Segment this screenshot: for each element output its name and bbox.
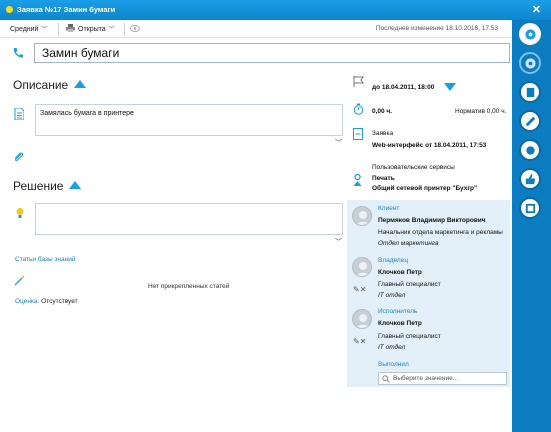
client-name[interactable]: Пермяков Владимир Викторович: [378, 217, 486, 224]
flag-icon: [353, 76, 364, 87]
subject-row: [12, 42, 510, 63]
avatar: [352, 257, 372, 277]
phone-icon: [13, 48, 23, 58]
time-spent: 0,00 ч.: [372, 108, 393, 115]
client-role: Клиент: [378, 205, 400, 212]
deadline[interactable]: до 18.04.2011, 18:00: [372, 84, 434, 91]
rating-label[interactable]: Оценка:: [15, 298, 39, 305]
priority-dropdown[interactable]: Средний ﹀: [10, 24, 47, 33]
chat-icon: [526, 146, 535, 155]
client-position: Начальник отдела маркетинга и рекламы: [378, 229, 503, 236]
document-icon: [14, 108, 24, 120]
avatar: [352, 206, 372, 226]
edit-remove-icon[interactable]: ✎✕: [353, 285, 366, 294]
stopwatch-icon: [353, 103, 364, 115]
notes-button[interactable]: [519, 81, 541, 103]
description-field[interactable]: Замялась бумага в принтере: [35, 104, 343, 136]
copy-button[interactable]: [519, 197, 541, 219]
chat-button[interactable]: [519, 139, 541, 161]
description-header[interactable]: Описание: [13, 78, 87, 92]
gear-icon: [525, 29, 536, 40]
done-by-label: Выполнил: [378, 361, 409, 368]
window-title: Заявка №17 Замин бумаги: [17, 5, 116, 14]
solution-header[interactable]: Решение: [13, 179, 82, 193]
done-by-placeholder: Выберите значение...: [393, 375, 459, 382]
chevron-down-icon[interactable]: ﹀: [335, 138, 342, 148]
divider: [58, 23, 59, 35]
chevron-down-icon[interactable]: ﹀: [335, 237, 342, 247]
owner-role: Владелец: [378, 257, 409, 264]
lightbulb-icon: [16, 208, 24, 218]
copy-icon: [525, 203, 536, 214]
thumbs-up-icon: [525, 173, 536, 185]
service-item: Общий сетевой принтер "Бухгр": [372, 185, 478, 192]
request-source: Web-интерфейс от 18.04.2011, 17:53: [372, 142, 487, 149]
like-button[interactable]: [519, 168, 541, 190]
client-dept: Отдел маркетинга: [378, 240, 439, 247]
collapse-arrow-icon[interactable]: [69, 181, 82, 189]
rating-value: Отсутствует: [41, 298, 78, 305]
close-icon[interactable]: ✕: [532, 3, 541, 16]
right-sidebar: [512, 20, 551, 432]
wand-icon[interactable]: [14, 275, 25, 286]
avatar: [352, 309, 372, 329]
printer-icon: [66, 24, 75, 32]
executor-name[interactable]: Клочков Петр: [378, 320, 422, 327]
chevron-down-icon: ﹀: [108, 27, 115, 33]
owner-position: Главный специалист: [378, 281, 441, 288]
services-label: Пользовательские сервисы: [372, 164, 455, 171]
participants-panel: Клиент Пермяков Владимир Викторович Нача…: [347, 200, 510, 387]
service-icon: [353, 174, 362, 186]
gear-icon: [525, 58, 536, 69]
eye-icon[interactable]: [130, 25, 140, 34]
norm-time: Норматив 0,00 ч.: [455, 108, 507, 115]
done-by-select[interactable]: Выберите значение...: [378, 372, 507, 385]
wrench-icon: [525, 116, 536, 127]
description-title: Описание: [13, 78, 69, 92]
owner-dept: IT отдел: [378, 292, 406, 299]
owner-name[interactable]: Клочков Петр: [378, 269, 422, 276]
service-name: Печать: [372, 175, 395, 182]
knowledge-base-empty: Нет прикрепленных статей: [148, 283, 230, 290]
window-titlebar: Заявка №17 Замин бумаги ✕: [0, 0, 551, 20]
request-label: Заявка: [372, 130, 394, 137]
settings-button[interactable]: [519, 23, 541, 45]
toolbar: Средний ﹀ Открыта ﹀ Последнее изменение 18…: [0, 20, 512, 38]
paperclip-icon[interactable]: [13, 152, 24, 163]
search-icon: [382, 375, 390, 383]
executor-position: Главный специалист: [378, 333, 441, 340]
solution-field[interactable]: [35, 203, 343, 235]
status-value: Открыта: [78, 26, 106, 33]
request-icon: [353, 128, 363, 140]
executor-role: Исполнитель: [378, 308, 418, 315]
edit-remove-icon[interactable]: ✎✕: [353, 337, 366, 346]
last-modified: Последнее изменение 18.10.2016, 17:53: [375, 25, 498, 32]
divider: [124, 23, 125, 35]
executor-dept: IT отдел: [378, 344, 406, 351]
tools-button[interactable]: [519, 110, 541, 132]
knowledge-base-link[interactable]: Статьи базы знаний: [15, 256, 75, 263]
deadline-dropdown-icon[interactable]: [444, 83, 456, 91]
chevron-down-icon: ﹀: [41, 27, 48, 33]
collapse-arrow-icon[interactable]: [74, 80, 87, 88]
status-dot-icon: [6, 6, 13, 13]
notes-icon: [526, 87, 535, 98]
solution-title: Решение: [13, 179, 64, 193]
status-dropdown[interactable]: Открыта ﹀: [66, 24, 115, 33]
subject-input[interactable]: [34, 43, 510, 63]
sla-button[interactable]: [519, 52, 541, 74]
rating-row: Оценка: Отсутствует: [15, 298, 78, 305]
priority-value: Средний: [10, 26, 39, 33]
